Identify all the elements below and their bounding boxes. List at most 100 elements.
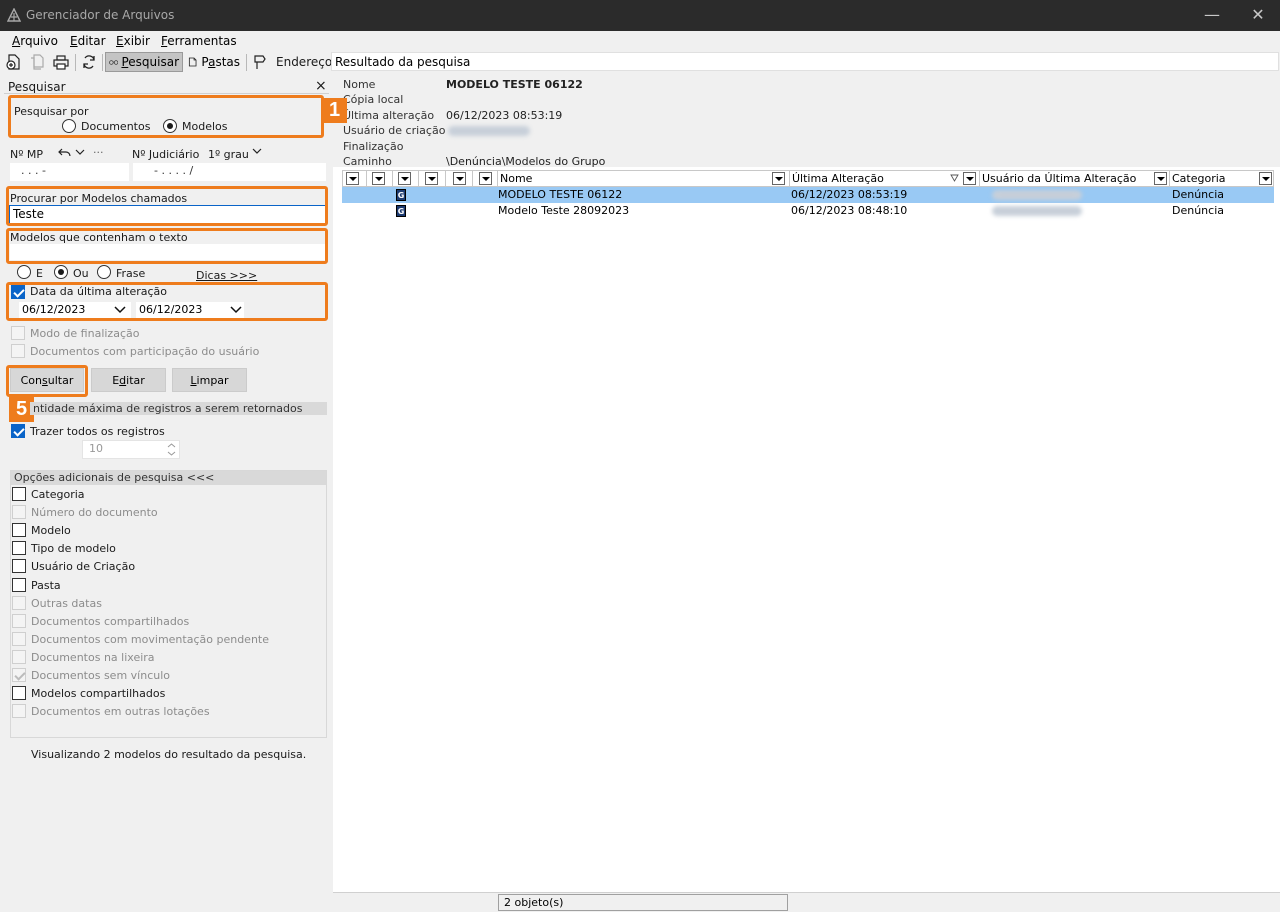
njud-label: Nº Judiciário [132,148,200,161]
highlight-box-4 [6,282,328,321]
column-dropdown-icon[interactable] [346,172,359,185]
spinner-arrows-icon[interactable] [167,442,176,457]
folders-button[interactable]: Pastas [185,52,243,72]
table-row[interactable]: G Modelo Teste 28092023 06/12/2023 08:48… [342,203,1274,219]
binoculars-icon [109,60,119,65]
limpar-button[interactable]: Limpar [172,368,247,392]
window-title: Gerenciador de Arquivos [26,8,175,22]
object-count: 2 objeto(s) [498,894,788,911]
col-filter [393,171,419,186]
col-filter [343,171,367,186]
column-dropdown-icon[interactable] [372,172,385,185]
option-label: Documentos sem vínculo [31,669,170,682]
details-panel: Nome MODELO TESTE 06122 Cópia local Últi… [333,75,1280,168]
radio-ou[interactable] [54,265,68,279]
menu-exibir[interactable]: Exibir [116,34,150,48]
panel-divider [4,93,329,94]
option-checkbox[interactable] [12,704,26,719]
option-label: Usuário de Criação [31,560,136,574]
option-checkbox[interactable] [12,613,26,628]
detail-final-key: Finalização [343,140,404,153]
menu-bar: Arquivo Editar Exibir Ferramentas [0,31,1280,51]
new-document-icon[interactable] [4,52,24,72]
col-header-nome[interactable]: Nome [498,171,790,186]
qtd-header: ntidade máxima de registros a serem reto… [30,402,327,415]
refresh-icon[interactable] [79,52,99,72]
col-header-usuario[interactable]: Usuário da Última Alteração [980,171,1170,186]
grau-selector[interactable]: 1º grau [208,148,249,161]
nmp-input[interactable]: . . . - [9,162,130,182]
print-icon[interactable] [51,52,71,72]
column-dropdown-icon[interactable] [1259,172,1272,185]
copy-document-icon[interactable] [27,52,47,72]
option-label: Modelo [31,524,71,538]
detail-ultima-value: 06/12/2023 08:53:19 [446,109,563,122]
cell-ultima: 06/12/2023 08:48:10 [791,204,908,217]
modo-final-checkbox[interactable] [11,326,25,340]
address-input[interactable] [331,52,1279,71]
radio-e[interactable] [17,265,31,279]
option-checkbox[interactable] [12,649,26,664]
column-dropdown-icon[interactable] [772,172,785,185]
radio-frase[interactable] [97,265,111,279]
option-checkbox[interactable] [12,631,26,646]
cell-ultima: 06/12/2023 08:53:19 [791,188,908,201]
qtd-spinner[interactable]: 10 [82,440,180,459]
trazer-todos-label: Trazer todos os registros [30,425,165,438]
option-checkbox[interactable] [12,487,26,501]
column-dropdown-icon[interactable] [398,172,411,185]
option-checkbox[interactable] [12,595,26,610]
chevron-down-icon[interactable] [252,147,262,155]
title-bar: Gerenciador de Arquivos — ✕ [0,0,1280,31]
radio-e-label: E [36,267,43,280]
minimize-button[interactable]: — [1192,4,1232,26]
detail-copia-key: Cópia local [343,93,404,106]
col-filter [419,171,446,186]
option-checkbox[interactable] [12,505,26,520]
col-header-categoria[interactable]: Categoria [1170,171,1274,186]
toolbar-separator [75,54,76,71]
table-row[interactable]: G MODELO TESTE 06122 06/12/2023 08:53:19… [342,187,1274,203]
undo-icon[interactable] [58,147,71,158]
col-header-ultima[interactable]: Última Alteração [790,171,980,186]
cell-categoria: Denúncia [1172,204,1224,217]
search-button[interactable]: Pesquisar [105,52,183,72]
njud-input[interactable]: - . . . . / [132,162,327,182]
menu-arquivo[interactable]: Arquivo [12,34,58,48]
detail-caminho-key: Caminho [343,155,392,168]
option-label: Pasta [31,578,61,592]
dicas-link[interactable]: Dicas >>> [196,269,257,282]
option-checkbox[interactable] [12,686,26,701]
column-dropdown-icon[interactable] [963,172,976,185]
more-options-icon[interactable]: ··· [93,146,104,159]
opcoes-header[interactable]: Opções adicionais de pesquisa <<< [11,471,326,485]
column-dropdown-icon[interactable] [425,172,438,185]
option-label: Outras datas [31,596,102,610]
column-dropdown-icon[interactable] [1154,172,1167,185]
detail-ultima-key: Última alteração [343,109,435,122]
column-dropdown-icon[interactable] [479,172,492,185]
option-checkbox[interactable] [12,523,26,538]
option-checkbox[interactable] [12,577,26,592]
menu-ferramentas[interactable]: Ferramentas [161,34,237,48]
option-checkbox[interactable] [12,668,26,682]
option-checkbox[interactable] [12,559,26,574]
radio-frase-label: Frase [116,267,146,280]
option-label: Documentos na lixeira [31,650,155,664]
docs-part-checkbox[interactable] [11,344,25,358]
editar-button[interactable]: Editar [91,368,166,392]
grid-header: Nome Última Alteração Usuário da Última … [342,170,1274,187]
trazer-todos-checkbox[interactable] [11,424,25,438]
search-panel-close-icon[interactable]: × [315,78,327,94]
redacted-user [992,190,1082,200]
sort-descending-icon [950,174,959,182]
col-filter [446,171,473,186]
document-type-icon: G [396,189,406,201]
option-checkbox[interactable] [12,541,26,556]
address-label: Endereço [276,55,333,69]
column-dropdown-icon[interactable] [453,172,466,185]
option-label: Categoria [31,488,85,501]
chevron-down-icon[interactable] [75,148,85,156]
menu-editar[interactable]: Editar [70,34,106,48]
close-window-button[interactable]: ✕ [1238,4,1278,26]
